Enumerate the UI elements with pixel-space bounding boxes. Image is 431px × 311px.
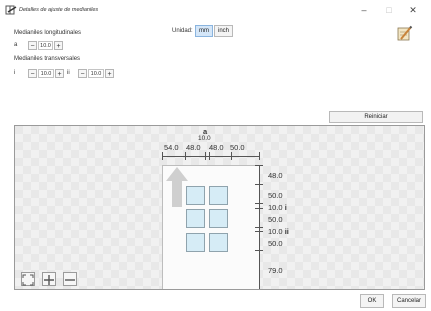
i-increment-button[interactable]: + <box>55 69 64 78</box>
a-decrement-button[interactable]: − <box>28 41 37 50</box>
right-dim-7: 79.0 <box>268 266 283 275</box>
unit-label: Unidad: <box>172 28 193 34</box>
a-label: a <box>14 42 18 48</box>
right-dim-1: 48.0 <box>268 171 283 180</box>
window-title: Detalles de ajuste de medianiles <box>19 7 99 13</box>
i-decrement-button[interactable]: − <box>28 69 37 78</box>
ii-value-field[interactable]: 10.0 <box>88 69 104 78</box>
longitudinal-heading: Medianiles longitudinales <box>14 30 82 36</box>
right-tick <box>255 289 263 290</box>
right-tick <box>255 227 263 228</box>
close-button[interactable]: ✕ <box>405 4 421 16</box>
right-dim-3: 10.0 i <box>268 203 287 212</box>
document-gutter-icon <box>5 5 17 15</box>
unit-inch-button[interactable]: inch <box>214 25 233 37</box>
top-gutter-value: 10.0 <box>198 135 211 142</box>
ii-decrement-button[interactable]: − <box>78 69 87 78</box>
right-dim-2: 50.0 <box>268 191 283 200</box>
right-dim-6: 50.0 <box>268 239 283 248</box>
fit-view-icon <box>22 274 34 286</box>
top-tick <box>162 152 163 160</box>
zoom-in-icon <box>44 275 54 285</box>
top-tick <box>205 152 206 160</box>
right-tick <box>255 203 263 204</box>
top-dim-1: 54.0 <box>164 143 179 152</box>
minimize-button[interactable]: – <box>356 4 372 16</box>
fit-view-button[interactable] <box>21 272 35 286</box>
maximize-button[interactable]: □ <box>381 4 397 16</box>
right-tick <box>255 165 263 166</box>
ok-button[interactable]: OK <box>360 294 384 308</box>
top-dim-3: 48.0 <box>209 143 224 152</box>
settings-pencil-icon <box>397 25 413 41</box>
paper-sheet <box>162 165 260 289</box>
top-dim-2: 48.0 <box>186 143 201 152</box>
right-dim-4: 50.0 <box>268 215 283 224</box>
top-dimension-line <box>162 156 260 157</box>
ii-label: ii <box>67 70 70 76</box>
a-increment-button[interactable]: + <box>54 41 63 50</box>
cancel-button[interactable]: Cancelar <box>392 294 426 308</box>
reset-button[interactable]: Reiniciar <box>329 111 423 123</box>
top-tick <box>259 152 260 160</box>
zoom-out-icon <box>65 279 75 281</box>
label-cell <box>186 233 205 252</box>
ii-increment-button[interactable]: + <box>105 69 114 78</box>
right-tick <box>255 250 263 251</box>
label-cell <box>209 233 228 252</box>
layout-preview: a 10.0 54.0 48.0 48.0 50.0 48.0 50.0 10.… <box>14 125 425 290</box>
top-dim-4: 50.0 <box>230 143 245 152</box>
top-tick <box>231 152 232 160</box>
a-value-field[interactable]: 10.0 <box>38 41 53 50</box>
right-tick <box>255 184 263 185</box>
i-label: i <box>14 70 16 76</box>
label-cell <box>186 209 205 228</box>
zoom-out-button[interactable] <box>63 272 77 286</box>
top-tick <box>209 152 210 160</box>
right-dim-5: 10.0 ii <box>268 227 289 236</box>
zoom-in-button[interactable] <box>42 272 56 286</box>
label-cell <box>186 186 205 205</box>
dialog-window: Detalles de ajuste de medianiles – □ ✕ M… <box>0 0 431 311</box>
top-tick <box>185 152 186 160</box>
right-tick <box>255 231 263 232</box>
transverse-heading: Medianiles transversales <box>14 56 81 62</box>
label-cell <box>209 209 228 228</box>
right-tick <box>255 208 263 209</box>
i-value-field[interactable]: 10.0 <box>38 69 54 78</box>
unit-mm-button[interactable]: mm <box>195 25 213 37</box>
label-cell <box>209 186 228 205</box>
title-bar: Detalles de ajuste de medianiles – □ ✕ <box>0 0 431 22</box>
